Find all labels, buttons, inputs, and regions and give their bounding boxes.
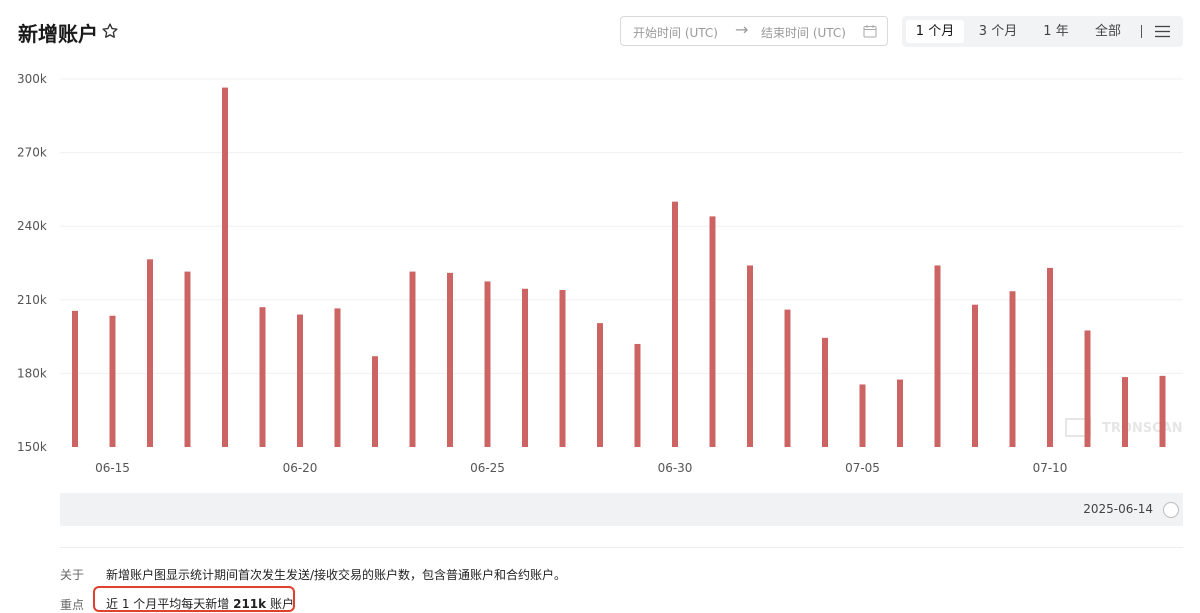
slider-date-label: 2025-06-14 xyxy=(1083,502,1153,516)
bar-06-21[interactable] xyxy=(334,308,341,447)
bar-06-18[interactable] xyxy=(222,87,228,447)
bar-07-09[interactable] xyxy=(1009,291,1016,447)
star-outline-icon[interactable] xyxy=(101,22,119,40)
hamburger-menu-icon[interactable] xyxy=(1155,25,1170,38)
bar-07-05[interactable] xyxy=(859,384,866,447)
new-accounts-bar-chart: 150k 180k 210k 240k 270k 300k TRONSCAN 06-15 06-… xyxy=(17,72,1183,475)
bar-06-28[interactable] xyxy=(597,323,603,447)
y-tick-label: 180k xyxy=(17,366,47,380)
date-range-picker[interactable]: 开始时间 (UTC) → 结束时间 (UTC) xyxy=(620,16,888,46)
tab-3-months[interactable]: 3 个月 xyxy=(972,20,1024,43)
y-tick-label: 240k xyxy=(17,219,47,233)
tab-divider xyxy=(1141,25,1142,38)
bar-07-13[interactable] xyxy=(1159,375,1166,447)
slider-handle[interactable] xyxy=(1163,502,1179,518)
about-label: 关于 xyxy=(60,568,85,582)
bar-06-17[interactable] xyxy=(184,271,191,447)
bar-06-23[interactable] xyxy=(409,271,416,447)
bar-07-04[interactable] xyxy=(822,337,828,447)
tab-1-year[interactable]: 1 年 xyxy=(1034,20,1078,43)
bar-07-03[interactable] xyxy=(784,309,791,447)
bar-06-29[interactable] xyxy=(634,343,641,447)
bar-06-16[interactable] xyxy=(147,259,153,447)
y-tick-label: 270k xyxy=(17,146,47,160)
x-tick-label: 06-15 xyxy=(95,461,130,475)
bar-06-30[interactable] xyxy=(672,201,678,447)
bar-06-25[interactable] xyxy=(484,281,491,447)
bar-06-15[interactable] xyxy=(109,315,116,447)
bar-06-24[interactable] xyxy=(447,272,453,447)
tab-all[interactable]: 全部 xyxy=(1088,20,1128,43)
start-date-input[interactable]: 开始时间 (UTC) xyxy=(633,24,718,41)
bar-07-10[interactable] xyxy=(1047,267,1053,447)
bar-07-12[interactable] xyxy=(1122,377,1128,447)
about-text: 新增账户图显示统计期间首次发生发送/接收交易的账户数，包含普通账户和合约账户。 xyxy=(106,568,567,582)
y-tick-label: 210k xyxy=(17,293,47,307)
x-tick-label: 07-10 xyxy=(1033,461,1068,475)
zoom-slider[interactable]: 2025-06-14 xyxy=(60,493,1183,526)
bar-07-01[interactable] xyxy=(709,216,716,447)
bar-07-07[interactable] xyxy=(934,265,941,447)
arrow-right-icon: → xyxy=(735,20,749,39)
divider xyxy=(60,547,1183,548)
end-date-input[interactable]: 结束时间 (UTC) xyxy=(761,24,846,41)
x-tick-label: 06-25 xyxy=(470,461,505,475)
bar-07-02[interactable] xyxy=(747,265,753,447)
y-tick-label: 300k xyxy=(17,72,47,86)
bar-07-06[interactable] xyxy=(897,379,903,447)
key-point-label: 重点 xyxy=(60,598,85,612)
bar-06-22[interactable] xyxy=(372,356,378,447)
range-tabs: 1 个月 3 个月 1 年 全部 xyxy=(902,16,1183,47)
bar-06-27[interactable] xyxy=(559,289,566,447)
page-title: 新增账户 xyxy=(18,22,98,46)
bar-06-26[interactable] xyxy=(522,288,528,447)
watermark-logo: TRONSCAN xyxy=(1102,421,1183,436)
bar-07-08[interactable] xyxy=(972,304,978,447)
calendar-icon[interactable] xyxy=(863,24,877,38)
bar-06-20[interactable] xyxy=(297,314,303,447)
x-tick-label: 07-05 xyxy=(845,461,880,475)
bar-07-11[interactable] xyxy=(1084,330,1091,447)
bar-06-19[interactable] xyxy=(259,307,266,447)
y-tick-label: 150k xyxy=(17,440,47,454)
key-point-highlight xyxy=(93,586,295,612)
bar-06-14[interactable] xyxy=(72,310,78,447)
tab-1-month[interactable]: 1 个月 xyxy=(906,20,964,43)
x-tick-label: 06-30 xyxy=(658,461,693,475)
x-tick-label: 06-20 xyxy=(283,461,318,475)
